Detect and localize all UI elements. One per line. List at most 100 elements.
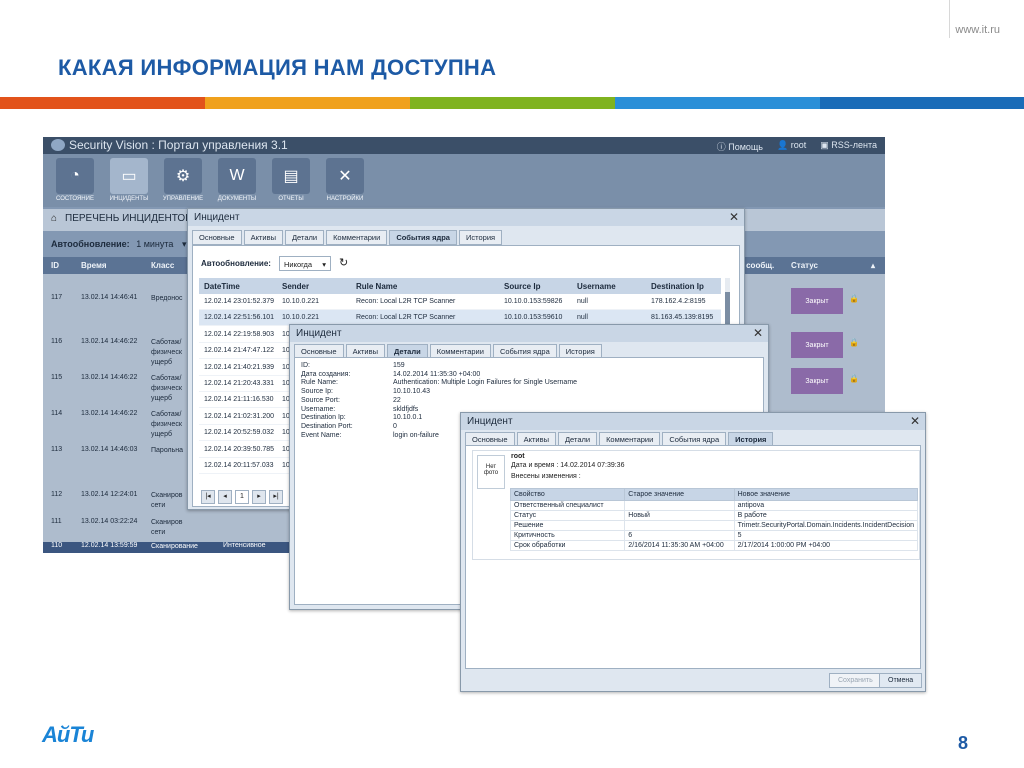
- toolbar-gauge-button[interactable]: ◔ СОСТОЯНИЕ: [49, 158, 101, 202]
- color-stripe: [410, 97, 615, 109]
- report-icon: ▤: [272, 158, 310, 194]
- field-value: 14.02.2014 11:35:30 +04:00: [393, 370, 481, 378]
- incident-class: Вредонос: [151, 295, 183, 302]
- pager-button[interactable]: ◂: [218, 490, 232, 504]
- color-stripe: [205, 97, 410, 109]
- table-cell: 10.10.0.221: [282, 298, 319, 305]
- tab-1[interactable]: Активы: [243, 230, 283, 245]
- table-cell: 5: [733, 530, 919, 541]
- pager-button[interactable]: ▸: [252, 490, 266, 504]
- incident-id: 115: [51, 374, 63, 381]
- no-photo-avatar: Нет фото: [477, 455, 505, 489]
- history-user: root: [511, 453, 525, 460]
- close-icon[interactable]: ✕: [729, 210, 739, 224]
- pager-button[interactable]: ▸|: [269, 490, 283, 504]
- table-cell: 12.02.14 21:47:47.122: [204, 347, 275, 355]
- refresh-icon[interactable]: ↻: [339, 256, 348, 269]
- toolbar-label: ОТЧЕТЫ: [278, 196, 304, 202]
- toolbar-label: НАСТРОЙКИ: [326, 196, 364, 202]
- column-header: Старое значение: [624, 488, 735, 501]
- main-toolbar: ◔ СОСТОЯНИЕ ▭ ИНЦИДЕНТЫ ⚙ УПРАВЛЕНИЕ W ДОКУМЕНТ…: [43, 154, 885, 207]
- table-cell: 12.02.14 22:19:58.903: [204, 330, 275, 338]
- pager-button[interactable]: 1: [235, 490, 249, 504]
- field-label: Event Name:: [301, 431, 342, 439]
- toolbar-monitor-button[interactable]: ▭ ИНЦИДЕНТЫ: [103, 158, 155, 202]
- table-cell: 12.02.14 21:02:31.200: [204, 412, 275, 420]
- site-url: www.it.ru: [955, 24, 1000, 36]
- top-links: ⓘ Помощь 👤 root ▣ RSS-лента: [717, 140, 877, 153]
- field-label: Source Port:: [301, 396, 340, 404]
- rss-link[interactable]: ▣ RSS-лента: [820, 140, 877, 153]
- close-icon[interactable]: ✕: [910, 414, 920, 428]
- help-link[interactable]: ⓘ Помощь: [717, 140, 763, 153]
- tab-2[interactable]: Детали: [284, 230, 325, 245]
- toolbar-gears-button[interactable]: ⚙ УПРАВЛЕНИЕ: [157, 158, 209, 202]
- app-title: Security Vision : Портал управления 3.1: [69, 138, 288, 152]
- autorefresh-select[interactable]: Никогда ▾: [279, 256, 331, 271]
- table-cell: 6: [624, 530, 735, 541]
- save-button[interactable]: Сохранить: [829, 673, 882, 688]
- close-icon[interactable]: ✕: [753, 326, 763, 340]
- autorefresh: Автообновление: 1 минута ▾: [51, 239, 186, 250]
- toolbar-tools-button[interactable]: ✕ НАСТРОЙКИ: [319, 158, 371, 202]
- color-stripes: [0, 97, 1024, 109]
- column-header[interactable]: Username: [577, 282, 616, 291]
- table-cell: 2/17/2014 1:00:00 PM +04:00: [733, 540, 919, 551]
- table-cell: 81.163.45.139:8195: [651, 314, 714, 322]
- incident-id: 112: [51, 491, 63, 498]
- field-value: 10.10.0.1: [393, 414, 423, 422]
- table-cell: 12.02.14 21:20:43.331: [204, 380, 275, 387]
- column-header[interactable]: Время: [81, 261, 107, 270]
- header-divider: [949, 0, 950, 38]
- tab-3[interactable]: Комментарии: [326, 230, 388, 245]
- table-cell: Trimetr.SecurityPortal.Domain.Incidents.…: [733, 520, 919, 531]
- table-cell: 12.02.14 21:11:16.530: [204, 396, 274, 404]
- autorefresh-select[interactable]: 1 минута: [136, 239, 173, 249]
- incident-time: 13.02.14 14:46:03: [81, 446, 138, 453]
- field-value: Authentication: Multiple Login Failures …: [393, 379, 578, 387]
- table-cell: Ответственный специалист: [509, 500, 626, 511]
- tab-4[interactable]: События ядра: [389, 230, 457, 245]
- column-header[interactable]: Rule Name: [356, 282, 397, 291]
- toolbar-label: ИНЦИДЕНТЫ: [109, 196, 149, 202]
- incident-class: Саботаж/ физическ ущерб: [151, 375, 182, 402]
- toolbar-word-button[interactable]: W ДОКУМЕНТЫ: [211, 158, 263, 202]
- toolbar-report-button[interactable]: ▤ ОТЧЕТЫ: [265, 158, 317, 202]
- column-header[interactable]: ID: [51, 261, 59, 270]
- incident-class: Сканирование: [151, 543, 198, 550]
- table-row: Решение Trimetr.SecurityPortal.Domain.Inc…: [509, 520, 919, 531]
- column-header: Свойство: [509, 488, 626, 501]
- field-value: 10.10.10.43: [393, 388, 430, 396]
- incident-time: 12.02.14 13:59:59: [81, 542, 138, 549]
- tab-5[interactable]: История: [458, 230, 503, 245]
- column-header[interactable]: DateTime: [204, 282, 240, 291]
- events-table-header: DateTime Sender Rule Name Source Ip Username…: [199, 278, 721, 294]
- list-title: ПЕРЕЧЕНЬ ИНЦИДЕНТОВ: [65, 213, 192, 224]
- column-header[interactable]: Класс: [151, 261, 174, 270]
- app-titlebar: Security Vision : Портал управления 3.1 …: [43, 137, 885, 154]
- page-number: 8: [958, 733, 969, 753]
- word-icon: W: [218, 158, 256, 194]
- slide-title: КАКАЯ ИНФОРМАЦИЯ НАМ ДОСТУПНА: [58, 55, 497, 80]
- pager-button[interactable]: |◂: [201, 490, 215, 504]
- user-link[interactable]: 👤 root: [777, 140, 806, 153]
- column-header[interactable]: Статус: [791, 261, 818, 270]
- incident-time: 13.02.14 14:46:41: [81, 294, 138, 301]
- table-cell: 12.02.14 20:39:50.785: [204, 445, 275, 453]
- column-header[interactable]: Source Ip: [504, 282, 540, 291]
- column-header[interactable]: Sender: [282, 282, 309, 291]
- tab-0[interactable]: Основные: [192, 230, 242, 245]
- incident-class: Сканиров сети: [151, 492, 183, 509]
- table-cell: В работе: [733, 510, 919, 521]
- incident-class: Парольна: [151, 447, 184, 454]
- table-row[interactable]: 12.02.14 23:01:52.379 10.10.0.221 Recon: L…: [199, 294, 721, 310]
- toolbar-label: СОСТОЯНИЕ: [56, 196, 94, 202]
- incident-time: 13.02.14 14:46:22: [81, 410, 138, 417]
- chevron-down-icon[interactable]: ▾: [182, 239, 187, 249]
- column-header[interactable]: Destination Ip: [651, 282, 704, 291]
- table-cell: 12.02.14 22:51:56.101: [204, 314, 275, 322]
- table-row: Срок обработки 2/16/2014 11:35:30 AM +04:…: [509, 540, 919, 551]
- incident-id: 117: [51, 294, 63, 301]
- cancel-button[interactable]: Отмена: [879, 673, 923, 688]
- scroll-up-icon[interactable]: ▴: [871, 261, 875, 270]
